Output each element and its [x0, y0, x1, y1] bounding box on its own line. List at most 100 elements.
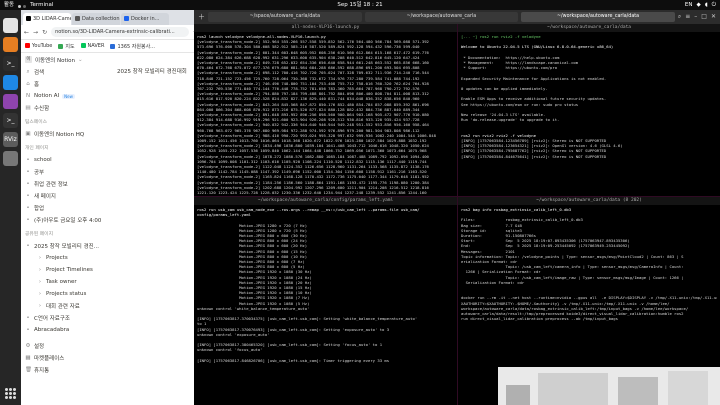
tab-label: Data collection: [82, 16, 120, 22]
power-icon[interactable]: ⏻: [712, 0, 716, 10]
sidebar-item-label: 검색: [34, 70, 45, 76]
workspace-indicator[interactable]: [18, 2, 27, 8]
sidebar-item-icon: •: [26, 157, 30, 163]
terminal-pane-top-right[interactable]: ~/workspace/autoware_carla/data [... ~] …: [458, 24, 720, 196]
clock[interactable]: Sep 15일 18 : 21: [337, 2, 382, 8]
sidebar-item[interactable]: • school: [25, 154, 197, 166]
sidebar-section-header[interactable]: 팀스페이스: [25, 117, 197, 128]
rviz-icon[interactable]: RViz: [3, 132, 18, 147]
sidebar-item[interactable]: N Notion AI New: [25, 90, 197, 102]
sidebar-item-icon: •: [26, 327, 30, 333]
sidebar-item-icon: ›: [38, 303, 42, 309]
minimize-icon[interactable]: –: [694, 13, 697, 21]
tab-favicon-icon: [124, 16, 129, 21]
sidebar-item-icon: •: [26, 243, 30, 249]
maximize-icon[interactable]: □: [701, 13, 707, 21]
sidebar-item[interactable]: • 취업 관련 정보: [25, 178, 197, 190]
sidebar-item[interactable]: 🗑 휴지통: [25, 364, 197, 376]
bookmark-icon: [25, 43, 30, 48]
workspace-switcher[interactable]: 이 이동엔의 Notion ⌄: [21, 53, 201, 66]
sidebar-item[interactable]: › Projects status: [25, 288, 197, 300]
sidebar-item[interactable]: • 공부: [25, 166, 197, 178]
settings-icon[interactable]: [3, 151, 18, 166]
sidebar-item[interactable]: • 합업: [25, 202, 197, 214]
sidebar-item-icon: ▤: [25, 105, 31, 111]
terminal-pane-top-left[interactable]: all-nodes-VLP16-launch.py ros2 launch ve…: [194, 24, 457, 196]
terminal-tab[interactable]: ~/workspace/autoware_carla: [364, 12, 519, 22]
sidebar-item[interactable]: › Projects: [25, 252, 197, 264]
sidebar-item[interactable]: • C언어 자료구조: [25, 312, 197, 324]
browser-tab[interactable]: 3D LIDAR-Camera extrinsic calibra: [23, 13, 71, 25]
keyboard-layout[interactable]: EN: [685, 0, 693, 10]
sidebar-item[interactable]: • Abracadabra: [25, 324, 197, 336]
volume-icon[interactable]: ◖: [705, 0, 708, 10]
pane-title: all-nodes-VLP16-launch.py: [194, 24, 457, 32]
sidebar-item[interactable]: • 새 페이지: [25, 190, 197, 202]
camera-icon[interactable]: [3, 94, 18, 109]
tab-label: 3D LIDAR-Camera extrinsic calibra: [33, 16, 71, 22]
sidebar-item-label: (주)아우토 금요일 오후 4:00: [34, 218, 102, 224]
sidebar-item-icon: N: [25, 93, 31, 99]
sidebar-section-header[interactable]: 공유된 페이지: [25, 229, 197, 240]
terminal-app-menu[interactable]: Terminal: [30, 0, 53, 10]
workspace-icon: 이: [25, 56, 32, 63]
sidebar-item[interactable]: › Task owner: [25, 276, 197, 288]
browser-tab[interactable]: Data collection: [72, 13, 120, 25]
menu-icon[interactable]: ≡: [685, 13, 690, 21]
sidebar-item-icon: ⌂: [26, 81, 30, 87]
chrome-icon[interactable]: [3, 18, 18, 33]
sidebar-item-label: 수신함: [34, 106, 50, 112]
terminal-line: [velodyne_transform_node-2] 1165.824 116…: [197, 174, 429, 180]
tab-label: Docker in...: [131, 16, 160, 22]
sidebar-item[interactable]: • (주)아우토 금요일 오후 4:00: [25, 214, 197, 226]
reload-icon[interactable]: ↻: [42, 29, 47, 36]
sidebar-item[interactable]: ▤ 수신함: [25, 102, 197, 114]
browser-tab[interactable]: Docker in...: [121, 13, 169, 25]
close-icon[interactable]: ✕: [711, 13, 716, 21]
sidebar-item-label: Task owner: [46, 279, 77, 285]
sidebar-section-header[interactable]: 개인 페이지: [25, 143, 197, 154]
tab-favicon-icon: [26, 16, 31, 21]
network-icon[interactable]: ◆: [697, 0, 701, 10]
pane-title: ~/workspace/autoware_carla/config/params…: [194, 197, 457, 205]
bookmark-item[interactable]: YouTube: [25, 43, 52, 49]
terminal-line: [velodyne_transform_node-2] 698.112 700.…: [197, 70, 429, 76]
sidebar-item-icon: ▦: [25, 355, 31, 361]
sidebar-item[interactable]: ▣ 이동엔의 Notion HQ: [25, 128, 197, 140]
terminal-line: [INFO] [1757063817.846826706] [usb_cam_l…: [197, 357, 390, 363]
terminal2-icon[interactable]: >_: [3, 113, 18, 128]
url-input[interactable]: notion.so/3D-LIDAR-Camera-extrinsic-cali…: [51, 27, 189, 37]
new-tab-icon[interactable]: ＋: [198, 12, 205, 22]
search-icon[interactable]: ⌕: [678, 13, 681, 21]
bookmark-item[interactable]: 지도: [58, 43, 75, 50]
sidebar-item-label: 이동엔의 Notion HQ: [34, 132, 85, 138]
terminal-pane-bottom-left[interactable]: ~/workspace/autoware_carla/config/params…: [194, 197, 457, 405]
sidebar-item[interactable]: › Project Timelines: [25, 264, 197, 276]
terminal-tab[interactable]: ~/workspace/autoware_carla/data: [521, 12, 675, 22]
sidebar-item[interactable]: ▦ 마켓플레이스: [25, 352, 197, 364]
workspace-dot-icon: [18, 5, 22, 8]
back-icon[interactable]: ←: [24, 29, 29, 36]
vscode-icon[interactable]: [3, 75, 18, 90]
activities-button[interactable]: 활동: [4, 0, 14, 10]
sidebar-item-icon: ›: [38, 279, 42, 285]
sidebar-item-label: 공부: [34, 170, 45, 176]
bookmark-item[interactable]: NAVER: [80, 43, 104, 49]
terminal-icon[interactable]: >_: [3, 56, 18, 71]
terminal-tab[interactable]: ~/space/autoware_carla/data: [208, 12, 362, 22]
bookmark-label: YouTube: [32, 43, 53, 49]
sidebar-item[interactable]: • 2025 창작 모빌리티 경진...: [25, 240, 197, 252]
sidebar-item[interactable]: ⌂ 홈: [25, 78, 197, 90]
show-apps-button[interactable]: [5, 388, 16, 399]
files-icon[interactable]: [3, 37, 18, 52]
sidebar-item-icon: •: [26, 169, 30, 175]
sidebar-item-label: 설정: [34, 344, 45, 350]
forward-icon[interactable]: →: [33, 29, 38, 36]
terminal-pane-bottom-right[interactable]: ~/workspace/autoware_carla/data (8 202) …: [458, 197, 720, 405]
bookmark-item[interactable]: 1365 자원봉사...: [110, 43, 155, 50]
sidebar-item-icon: •: [26, 205, 30, 211]
sidebar-item-label: 홈: [34, 82, 40, 88]
sidebar-item[interactable]: › 대회 관련 자료: [25, 300, 197, 312]
dock: >_ >_ RViz: [0, 10, 21, 405]
sidebar-item[interactable]: ⚙ 설정: [25, 340, 197, 352]
